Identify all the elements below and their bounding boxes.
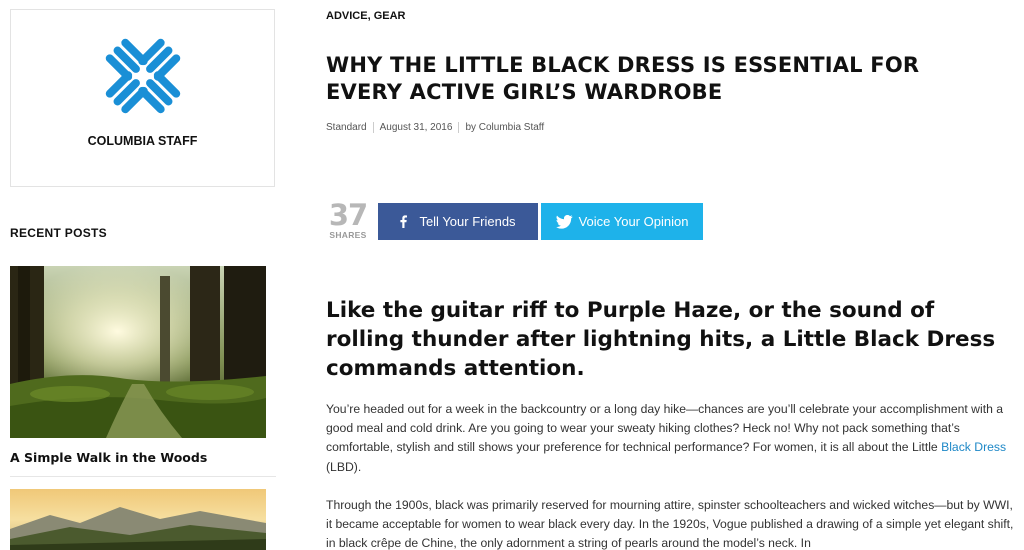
article-title: WHY THE LITTLE BLACK DRESS IS ESSENTIAL … (326, 53, 920, 104)
category-link-gear[interactable]: GEAR (374, 10, 406, 22)
share-count: 37 SHARES (326, 200, 370, 240)
divider (10, 476, 276, 477)
post-author[interactable]: by Columbia Staff (465, 122, 544, 133)
post-meta: Standard August 31, 2016 by Columbia Sta… (326, 122, 544, 133)
recent-post-title[interactable]: A Simple Walk in the Woods (10, 450, 207, 465)
paragraph-text: (LBD). (326, 459, 362, 474)
twitter-share-button[interactable]: Voice Your Opinion (541, 203, 703, 240)
meta-separator (372, 122, 374, 133)
post-date: August 31, 2016 (379, 122, 453, 133)
article-paragraph: You’re headed out for a week in the back… (326, 400, 1016, 477)
paragraph-text: You’re headed out for a week in the back… (326, 402, 1004, 455)
article-lede: Like the guitar riff to Purple Haze, or … (326, 298, 996, 381)
columbia-diamond-logo-icon[interactable] (97, 30, 189, 122)
facebook-share-label: Tell Your Friends (419, 214, 516, 229)
author-name[interactable]: COLUMBIA STAFF (11, 134, 274, 148)
black-dress-link[interactable]: Black Dress (941, 440, 1006, 454)
forest-path-photo[interactable] (10, 266, 266, 438)
facebook-share-button[interactable]: Tell Your Friends (378, 203, 538, 240)
author-box[interactable]: COLUMBIA STAFF (10, 9, 275, 187)
post-categories: ADVICE, GEAR (326, 10, 405, 22)
twitter-bird-icon (555, 214, 573, 229)
post-format: Standard (326, 122, 367, 133)
share-count-label: SHARES (329, 230, 367, 240)
category-link-advice[interactable]: ADVICE (326, 10, 368, 22)
recent-posts-heading: RECENT POSTS (10, 226, 107, 240)
article-paragraph: Through the 1900s, black was primarily r… (326, 498, 1014, 550)
meta-separator (458, 122, 460, 133)
mountain-landscape-photo[interactable] (10, 489, 266, 550)
facebook-icon (400, 215, 408, 228)
share-count-number: 37 (328, 198, 368, 232)
twitter-share-label: Voice Your Opinion (578, 214, 689, 229)
